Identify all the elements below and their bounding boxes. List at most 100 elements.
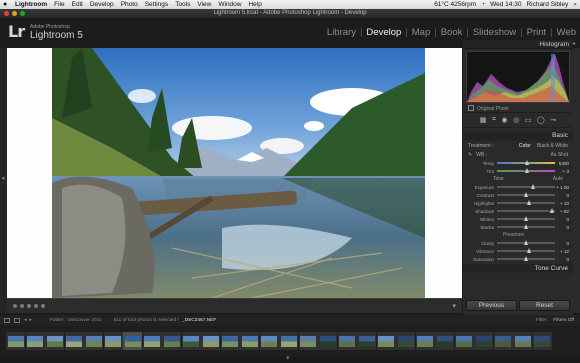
slider-thumb[interactable] xyxy=(524,224,528,229)
user-name[interactable]: Richard Sibley xyxy=(526,0,568,9)
apple-icon[interactable]: ● xyxy=(3,0,10,9)
tone-curve-header[interactable]: Tone Curve xyxy=(463,264,573,273)
slider-thumb[interactable] xyxy=(527,248,532,253)
filmstrip-thumbnail[interactable] xyxy=(103,332,123,350)
minimize-icon[interactable] xyxy=(12,11,17,16)
filmstrip-thumbnail[interactable] xyxy=(240,332,259,350)
forward-icon[interactable]: ▸ xyxy=(29,318,31,323)
reset-button[interactable]: Reset xyxy=(519,300,570,311)
slider-track[interactable] xyxy=(497,160,555,165)
filmstrip-thumbnail[interactable] xyxy=(201,332,220,350)
wb-value[interactable]: As Shot xyxy=(550,152,568,158)
slider-track[interactable] xyxy=(497,184,555,189)
slider-vibrance[interactable]: Vibrance + 12 xyxy=(463,247,573,255)
previous-button[interactable]: Previous xyxy=(466,300,517,311)
auto-button[interactable]: Auto xyxy=(528,175,573,183)
filmstrip-thumbnail[interactable] xyxy=(532,332,552,350)
filmstrip-thumbnail[interactable] xyxy=(6,332,25,350)
slider-saturation[interactable]: Saturation 0 xyxy=(463,255,573,263)
slider-value[interactable]: + 1.00 xyxy=(555,185,569,190)
graduated-filter-icon[interactable]: ▭ xyxy=(525,116,532,124)
menu-tools[interactable]: Tools xyxy=(175,0,190,9)
filmstrip-thumbnail[interactable] xyxy=(396,332,415,350)
filmstrip-thumbnail[interactable] xyxy=(454,332,474,350)
slider-thumb[interactable] xyxy=(549,208,554,213)
right-panel-scrollbar[interactable] xyxy=(573,48,580,313)
filmstrip-thumbnail[interactable] xyxy=(25,332,45,350)
filmstrip-thumbnail[interactable] xyxy=(357,332,376,350)
filmstrip-toggle[interactable] xyxy=(0,354,580,363)
tab-develop[interactable]: Develop xyxy=(366,27,401,38)
slider-track[interactable] xyxy=(497,256,555,261)
treatment-bw[interactable]: Black & White xyxy=(537,143,568,149)
slider-track[interactable] xyxy=(497,168,555,173)
histogram-header[interactable]: Histogram xyxy=(463,40,575,49)
menu-file[interactable]: File xyxy=(54,0,64,9)
menu-view[interactable]: View xyxy=(197,0,211,9)
slider-value[interactable]: + 10 xyxy=(555,201,569,206)
filmstrip-thumbnail[interactable] xyxy=(45,332,64,350)
slider-value[interactable]: 0 xyxy=(555,193,569,198)
clock[interactable]: Wed 14:30 xyxy=(490,0,521,9)
slider-value[interactable]: 0 xyxy=(555,257,569,262)
menu-photo[interactable]: Photo xyxy=(121,0,138,9)
slider-thumb[interactable] xyxy=(524,256,528,261)
slider-thumb[interactable] xyxy=(525,160,530,165)
grid-overlay-icon[interactable]: ▦ xyxy=(480,116,487,124)
filmstrip-thumbnail[interactable] xyxy=(298,332,318,350)
filmstrip-thumbnail[interactable] xyxy=(64,332,84,350)
filmstrip-thumbnail[interactable] xyxy=(435,332,454,350)
back-icon[interactable]: ◂ xyxy=(24,318,26,323)
tab-slideshow[interactable]: Slideshow xyxy=(473,27,516,38)
tab-library[interactable]: Library xyxy=(327,27,356,38)
histogram[interactable] xyxy=(466,51,570,103)
filmstrip-thumbnail[interactable] xyxy=(84,332,103,350)
slider-contrast[interactable]: Contrast 0 xyxy=(463,191,573,199)
slider-value[interactable]: 5300 xyxy=(555,161,569,166)
slider-value[interactable]: 0 xyxy=(555,225,569,230)
view-mode-icon[interactable] xyxy=(34,304,38,308)
filmstrip-thumbnail[interactable] xyxy=(162,332,181,350)
filmstrip[interactable] xyxy=(0,326,580,356)
menu-lightroom[interactable]: Lightroom xyxy=(15,0,47,9)
slider-value[interactable]: 0 xyxy=(555,217,569,222)
filmstrip-thumbnail[interactable] xyxy=(318,332,337,350)
filmstrip-thumbnail[interactable] xyxy=(474,332,493,350)
original-photo-checkbox[interactable]: Original Photo xyxy=(463,105,573,112)
slider-value[interactable]: + 92 xyxy=(555,209,569,214)
menu-settings[interactable]: Settings xyxy=(145,0,169,9)
close-icon[interactable] xyxy=(4,11,9,16)
slider-thumb[interactable] xyxy=(524,192,528,197)
toolbar-menu-icon[interactable]: ▾ xyxy=(452,302,456,310)
view-mode-icon[interactable] xyxy=(41,304,45,308)
wifi-icon[interactable]: ◔ xyxy=(481,0,485,9)
menu-window[interactable]: Window xyxy=(218,0,241,9)
adjustment-brush-icon[interactable]: ⊸ xyxy=(550,116,556,124)
slider-value[interactable]: 0 xyxy=(555,241,569,246)
slider-track[interactable] xyxy=(497,224,555,229)
filmstrip-thumbnail[interactable] xyxy=(259,332,279,350)
filmstrip-thumbnail[interactable] xyxy=(376,332,396,350)
slider-clarity[interactable]: Clarity 0 xyxy=(463,239,573,247)
slider-value[interactable]: + 12 xyxy=(555,249,569,254)
filmstrip-thumbnail[interactable] xyxy=(220,332,240,350)
grid-view-icon[interactable] xyxy=(14,318,20,323)
view-mode-icon[interactable] xyxy=(27,304,31,308)
crop-icon[interactable]: ⌗ xyxy=(492,116,496,124)
slider-track[interactable] xyxy=(497,240,555,245)
tab-web[interactable]: Web xyxy=(557,27,576,38)
slider-track[interactable] xyxy=(497,192,555,197)
basic-panel-header[interactable]: Basic xyxy=(463,131,573,141)
zoom-icon[interactable] xyxy=(20,11,25,16)
menu-develop[interactable]: Develop xyxy=(90,0,114,9)
slider-shadows[interactable]: Shadows + 92 xyxy=(463,207,573,215)
slider-track[interactable] xyxy=(497,200,555,205)
treatment-color[interactable]: Color xyxy=(519,143,531,149)
filmstrip-thumbnail[interactable] xyxy=(493,332,513,350)
eyedropper-icon[interactable]: ✎ xyxy=(468,152,472,158)
filter-dropdown[interactable]: Filters Off xyxy=(553,318,574,323)
filmstrip-thumbnail[interactable] xyxy=(142,332,162,350)
photo-canvas[interactable] xyxy=(7,48,462,298)
folder-path[interactable]: Folder : Vancouver 2011 xyxy=(50,318,102,323)
tab-book[interactable]: Book xyxy=(441,27,463,38)
